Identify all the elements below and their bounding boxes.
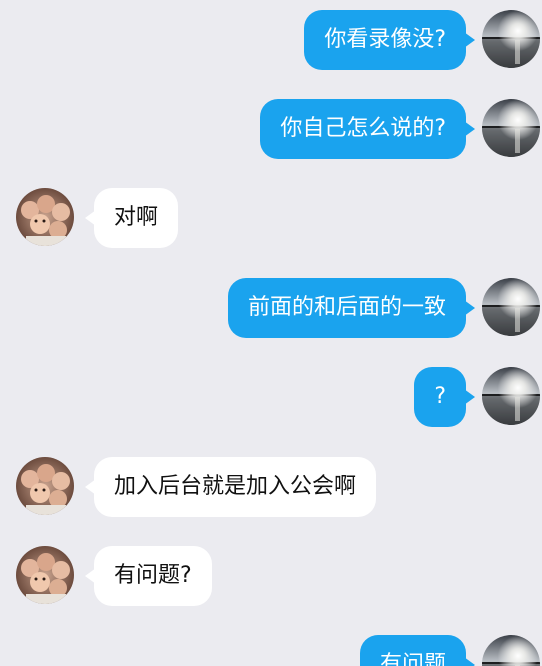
outgoing-message-bubble[interactable]: 有问题	[359, 635, 476, 666]
message-row-outgoing: ?	[0, 367, 542, 427]
message-row-outgoing: 前面的和后面的一致	[0, 278, 542, 338]
sunset-lake-avatar[interactable]	[482, 99, 540, 157]
outgoing-message-bubble[interactable]: 你看录像没?	[304, 10, 475, 70]
group-selfie-avatar[interactable]	[16, 188, 74, 246]
sunset-lake-avatar[interactable]	[482, 278, 540, 336]
chat-thread[interactable]: 你看录像没? 你自己怎么说的? 对啊 前面的和后面的一致 ? 加入后台就是加入公…	[0, 0, 542, 666]
group-selfie-avatar[interactable]	[16, 546, 74, 604]
message-row-incoming: 对啊	[0, 188, 542, 248]
message-row-incoming: 有问题?	[0, 546, 542, 606]
incoming-message-bubble[interactable]: 有问题?	[85, 546, 212, 606]
message-row-incoming: 加入后台就是加入公会啊	[0, 457, 542, 517]
incoming-message-bubble[interactable]: 对啊	[84, 188, 179, 248]
outgoing-message-bubble[interactable]: 你自己怎么说的?	[260, 99, 475, 159]
sunset-lake-avatar[interactable]	[482, 635, 540, 666]
sunset-lake-avatar[interactable]	[482, 10, 540, 68]
incoming-message-bubble[interactable]: 加入后台就是加入公会啊	[84, 457, 377, 517]
message-row-outgoing: 你看录像没?	[0, 10, 542, 70]
sunset-lake-avatar[interactable]	[482, 367, 540, 425]
message-row-outgoing: 你自己怎么说的?	[0, 99, 542, 159]
message-row-outgoing: 有问题	[0, 635, 542, 666]
outgoing-message-bubble[interactable]: 前面的和后面的一致	[227, 278, 476, 338]
outgoing-message-bubble[interactable]: ?	[414, 367, 475, 427]
group-selfie-avatar[interactable]	[16, 457, 74, 515]
